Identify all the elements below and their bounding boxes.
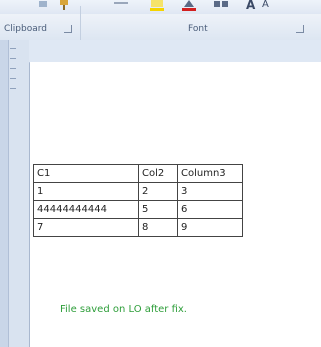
table-cell[interactable]: 8 <box>138 218 178 237</box>
horizontal-ruler <box>29 40 321 63</box>
vertical-ruler <box>0 40 30 347</box>
table-cell[interactable]: 44444444444 <box>33 200 139 219</box>
table-row: C1 Col2 Column3 <box>33 164 243 183</box>
document-page[interactable]: C1 Col2 Column3 1 2 3 44444444444 5 6 7 … <box>30 62 321 347</box>
data-table[interactable]: C1 Col2 Column3 1 2 3 44444444444 5 6 7 … <box>33 164 243 237</box>
table-cell[interactable]: 1 <box>33 182 139 201</box>
grow-font-icon[interactable]: A <box>246 0 255 12</box>
table-cell[interactable]: 3 <box>177 182 243 201</box>
ribbon: Clipboard A A Font <box>0 0 321 41</box>
table-row: 44444444444 5 6 <box>33 200 243 219</box>
table-cell[interactable]: 9 <box>177 218 243 237</box>
shrink-font-icon[interactable]: A <box>262 0 269 10</box>
clipboard-dialog-launcher-icon[interactable] <box>64 25 72 33</box>
document-status-text: File saved on LO after fix. <box>60 304 187 315</box>
table-cell[interactable]: C1 <box>33 164 139 183</box>
font-group-label: Font <box>188 24 208 34</box>
strikethrough-icon[interactable] <box>114 0 128 13</box>
format-painter-icon[interactable] <box>58 0 70 13</box>
table-cell[interactable]: Column3 <box>177 164 243 183</box>
font-color-icon[interactable] <box>182 0 196 15</box>
ribbon-separator <box>80 6 81 40</box>
table-row: 7 8 9 <box>33 218 243 237</box>
clipboard-group-label: Clipboard <box>4 24 47 34</box>
table-row: 1 2 3 <box>33 182 243 201</box>
ruler-tick <box>10 68 16 69</box>
table-cell[interactable]: 5 <box>138 200 178 219</box>
vertical-ruler-margin <box>0 40 9 347</box>
clear-formatting-icon[interactable] <box>214 0 228 13</box>
table-cell[interactable]: 2 <box>138 182 178 201</box>
table-cell[interactable]: 7 <box>33 218 139 237</box>
ruler-tick <box>10 48 16 49</box>
paste-options-icon[interactable] <box>38 0 48 11</box>
text-highlight-color-icon[interactable] <box>150 0 164 15</box>
ruler-tick <box>10 88 16 89</box>
table-cell[interactable]: 6 <box>177 200 243 219</box>
ruler-tick <box>10 58 16 59</box>
font-dialog-launcher-icon[interactable] <box>296 25 304 33</box>
table-cell[interactable]: Col2 <box>138 164 178 183</box>
ruler-tick <box>10 78 16 79</box>
